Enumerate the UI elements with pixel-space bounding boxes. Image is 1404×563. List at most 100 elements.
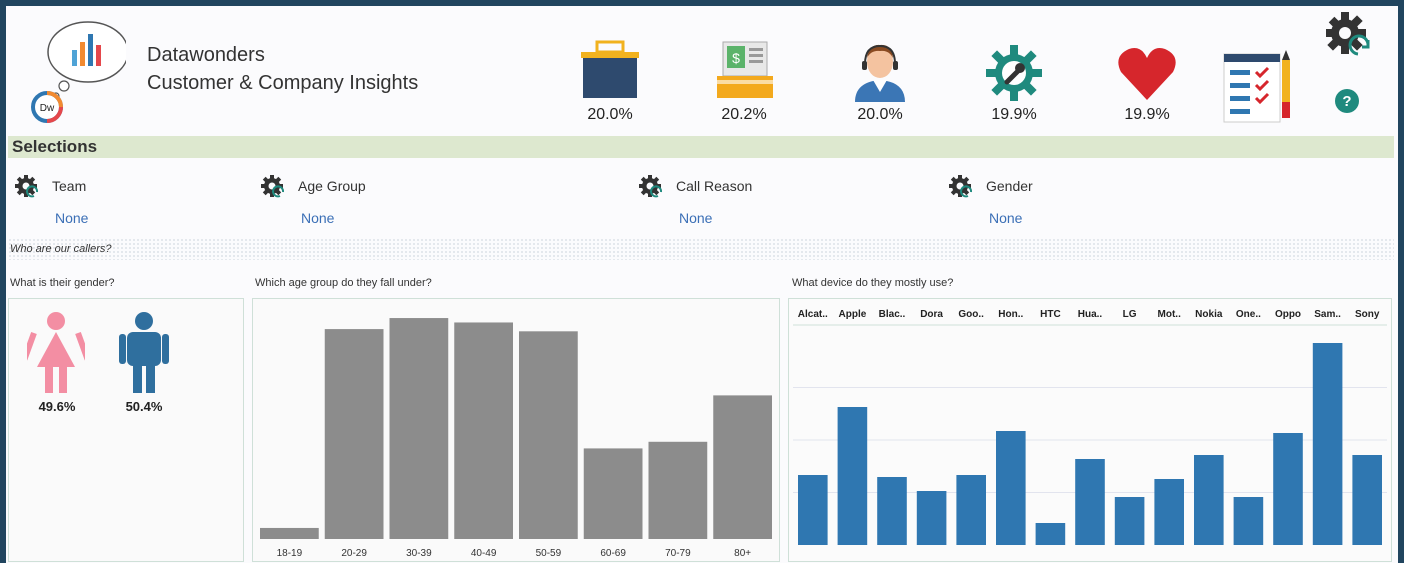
kpi-value: 20.0% [857, 106, 903, 123]
male-icon[interactable] [117, 311, 171, 395]
heart-icon [1118, 48, 1176, 100]
device-bar[interactable] [1352, 455, 1382, 545]
section-header: Who are our callers? [8, 238, 1394, 260]
gear-icon [639, 175, 662, 198]
help-label: ? [1342, 93, 1351, 110]
age-bar[interactable] [519, 331, 578, 539]
gender-question: What is their gender? [10, 277, 115, 289]
filter-value: None [989, 210, 1023, 226]
age-bar[interactable] [260, 527, 319, 539]
age-bar[interactable] [713, 395, 772, 539]
age-bar[interactable] [324, 329, 384, 539]
device-tick-label: LG [1123, 309, 1137, 320]
age-bar[interactable] [454, 322, 513, 539]
device-tick-label: Sony [1355, 309, 1380, 320]
filter-value: None [679, 210, 713, 226]
filter-gender[interactable]: Gender None [946, 174, 1146, 230]
support-agent-icon [855, 44, 905, 102]
filter-label: Age Group [298, 178, 366, 194]
device-bar[interactable] [916, 491, 947, 545]
male-percent: 50.4% [125, 399, 163, 414]
device-tick-label: Oppo [1275, 309, 1301, 320]
filter-label: Call Reason [676, 178, 753, 194]
device-bar[interactable] [1075, 459, 1105, 545]
logo-badge-text: Dw [40, 103, 55, 114]
kpi-value: 19.9% [991, 106, 1037, 123]
device-tick-label: Sam.. [1314, 309, 1341, 320]
filter-value: None [301, 210, 335, 226]
brand-subtitle: Customer & Company Insights [147, 72, 419, 94]
device-bar[interactable] [1194, 455, 1224, 545]
age-chart: 18-19 20-29 30-39 40-49 50-59 60-69 70-79 80+ [260, 318, 772, 559]
filter-value: None [55, 210, 89, 226]
age-bar[interactable] [389, 318, 449, 539]
age-bar[interactable] [583, 448, 643, 539]
device-tick-label: Blac.. [879, 309, 906, 320]
logo-icon: Dw [31, 21, 126, 123]
selections-title: Selections [12, 137, 98, 156]
age-tick-label: 60-69 [600, 548, 626, 559]
device-tick-label: Alcat.. [798, 309, 828, 320]
brand-name: Datawonders [147, 44, 265, 66]
gear-icon [949, 175, 972, 198]
device-bar[interactable] [956, 475, 986, 545]
age-tick-label: 50-59 [536, 548, 562, 559]
device-chart: Alcat.. Apple Blac.. Dora Goo.. Hon.. HTC Hua..… [793, 309, 1387, 545]
device-tick-label: Hon.. [998, 309, 1023, 320]
kpi-support[interactable]: 20.0% [835, 40, 925, 124]
age-tick-label: 20-29 [341, 548, 367, 559]
device-bar[interactable] [1154, 479, 1184, 545]
age-tick-label: 30-39 [406, 548, 432, 559]
device-bar[interactable] [1114, 497, 1145, 545]
device-bar[interactable] [798, 475, 828, 545]
age-tick-label: 18-19 [277, 548, 303, 559]
gear-icon [261, 175, 284, 198]
age-chart-panel: 18-19 20-29 30-39 40-49 50-59 60-69 70-79 80+ [252, 298, 780, 562]
kpi-sales[interactable]: 20.0% [565, 40, 655, 124]
device-tick-label: Mot.. [1158, 309, 1182, 320]
age-tick-label: 80+ [734, 548, 751, 559]
svg-text:$: $ [732, 50, 740, 66]
female-percent: 49.6% [38, 399, 76, 414]
gender-panel: 49.6% 50.4% [8, 298, 244, 562]
filter-label: Gender [986, 178, 1033, 194]
age-bar[interactable] [648, 441, 708, 539]
selections-bar: Selections [8, 136, 1394, 158]
gear-wrench-icon [986, 45, 1042, 101]
device-question: What device do they mostly use? [792, 277, 954, 289]
device-tick-label: Apple [839, 309, 867, 320]
kpi-billing[interactable]: $ 20.2% [699, 40, 789, 124]
kpi-value: 20.0% [587, 106, 633, 123]
kpi-value: 20.2% [721, 106, 767, 123]
device-chart-panel: Alcat.. Apple Blac.. Dora Goo.. Hon.. HTC Hua..… [788, 298, 1392, 562]
female-icon[interactable] [27, 311, 85, 395]
device-tick-label: HTC [1040, 309, 1061, 320]
device-bar[interactable] [1312, 343, 1343, 545]
age-tick-label: 40-49 [471, 548, 497, 559]
checklist-icon[interactable] [1222, 50, 1294, 124]
device-bar[interactable] [1273, 433, 1303, 545]
basket-icon [581, 40, 639, 98]
device-tick-label: Dora [920, 309, 943, 320]
kpi-technical[interactable]: 19.9% [969, 40, 1059, 124]
filter-team[interactable]: Team None [12, 174, 212, 230]
kpi-wellbeing[interactable]: 19.9% [1102, 40, 1192, 124]
kpi-value: 19.9% [1124, 106, 1170, 123]
help-icon[interactable]: ? [1334, 88, 1360, 114]
age-question: Which age group do they fall under? [255, 277, 432, 289]
filter-label: Team [52, 178, 87, 194]
cash-register-icon: $ [717, 41, 773, 98]
settings-icon[interactable] [1324, 10, 1372, 58]
device-tick-label: Goo.. [958, 309, 984, 320]
device-bar[interactable] [1035, 523, 1066, 545]
device-bar[interactable] [1233, 497, 1264, 545]
section-title: Who are our callers? [10, 243, 112, 255]
filter-call-reason[interactable]: Call Reason None [636, 174, 836, 230]
device-bar[interactable] [877, 477, 907, 545]
device-bar[interactable] [837, 407, 868, 545]
gear-icon [15, 175, 38, 198]
device-tick-label: One.. [1236, 309, 1261, 320]
device-bar[interactable] [996, 431, 1026, 545]
filter-age-group[interactable]: Age Group None [258, 174, 458, 230]
device-tick-label: Nokia [1195, 309, 1223, 320]
